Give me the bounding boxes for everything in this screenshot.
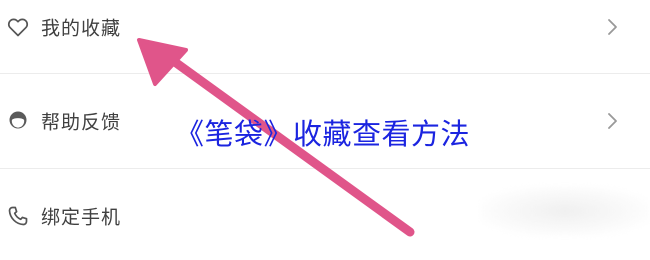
chevron-right-icon xyxy=(604,109,620,133)
overlay-caption: 《笔袋》收藏查看方法 xyxy=(175,117,471,151)
chevron-right-icon xyxy=(604,15,620,39)
menu-item-label: 我的收藏 xyxy=(41,17,122,40)
support-agent-icon xyxy=(6,109,30,133)
divider xyxy=(0,168,650,169)
heart-icon xyxy=(6,15,30,39)
divider xyxy=(0,73,650,74)
menu-item-label: 绑定手机 xyxy=(41,206,122,229)
menu-item-favorites[interactable]: 我的收藏 xyxy=(0,0,650,62)
phone-icon xyxy=(6,204,30,228)
blurred-region xyxy=(480,186,650,236)
menu-item-label: 帮助反馈 xyxy=(41,111,122,134)
